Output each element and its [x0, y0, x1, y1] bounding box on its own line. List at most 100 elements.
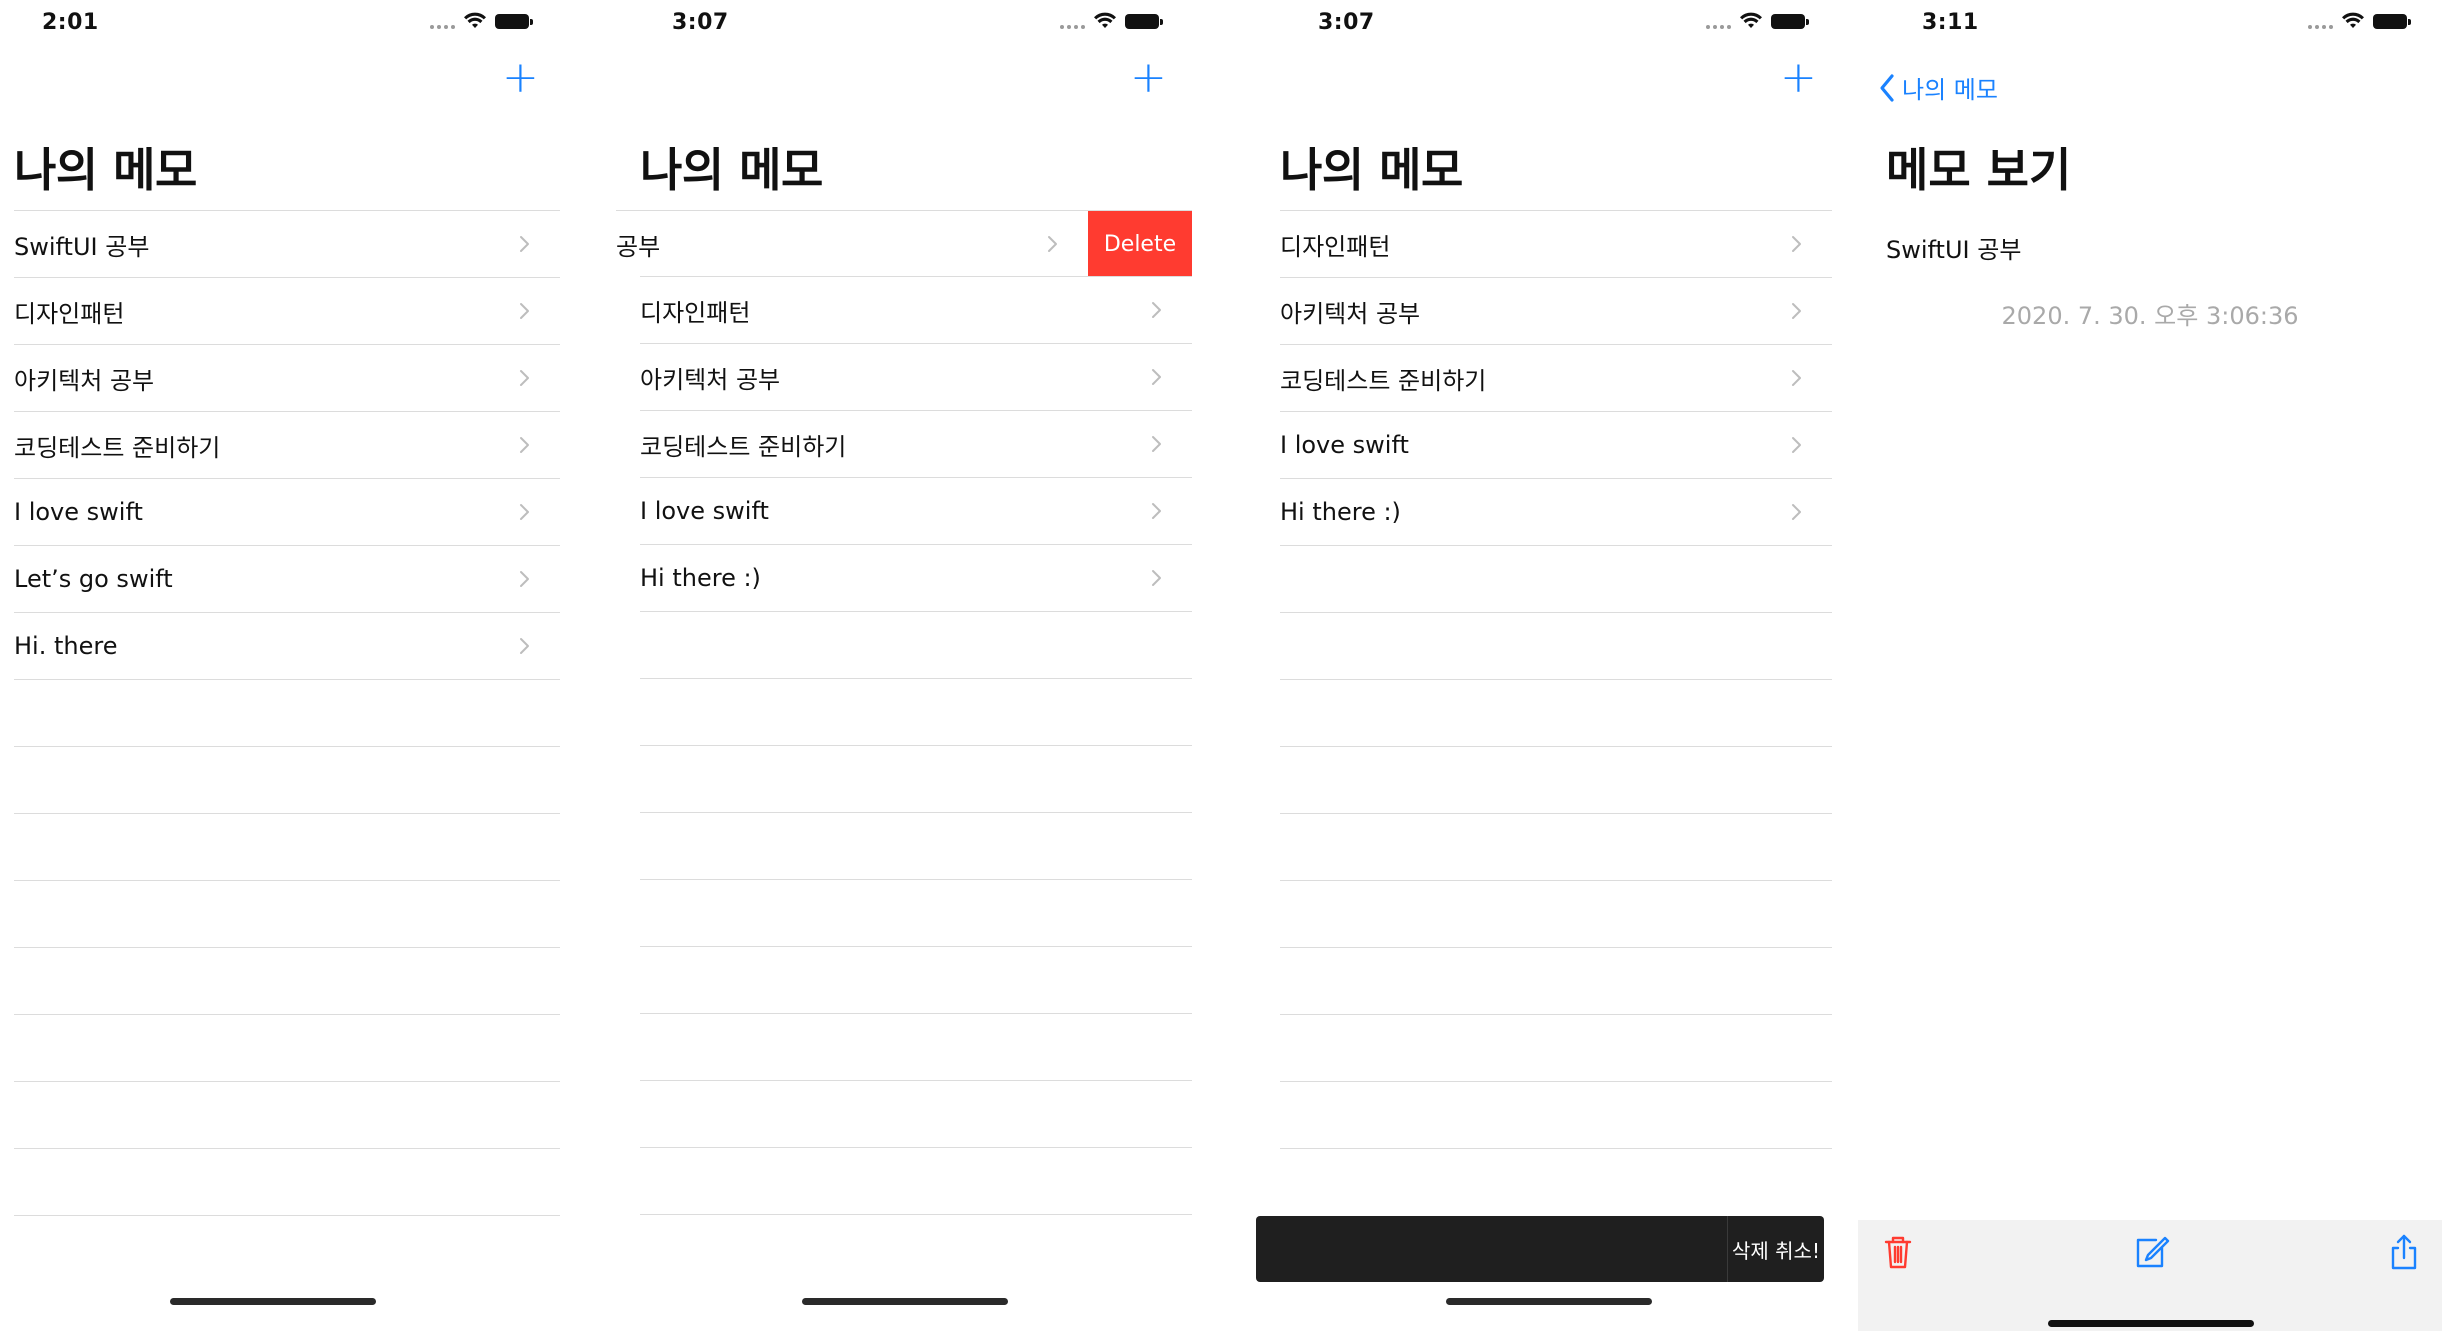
chevron-right-icon	[1786, 368, 1806, 388]
list-item-label: 아키텍처 공부	[1280, 299, 1421, 328]
battery-icon	[1125, 13, 1163, 29]
list-item[interactable]: Hi. there	[14, 612, 560, 679]
empty-row	[1280, 1081, 1832, 1148]
list-item[interactable]: SwiftUI 공부	[14, 210, 560, 277]
empty-row	[14, 679, 560, 746]
empty-row	[640, 879, 1192, 946]
list-item[interactable]: 코딩테스트 준비하기	[640, 410, 1192, 477]
screen-memo-list: 2:01 + 나의 메모 SwiftUI 공부디자인패턴아키텍처 공부코딩테스트…	[0, 0, 595, 1331]
back-label: 나의 메모	[1902, 76, 1998, 104]
wifi-icon	[463, 12, 487, 30]
empty-row	[640, 611, 1192, 678]
screen-memo-detail: 3:11 나의 메모 메모 보기 SwiftUI 공부 2020. 7. 30.…	[1858, 0, 2442, 1331]
list-item[interactable]: Hi there :)	[1280, 478, 1832, 545]
battery-icon	[495, 13, 533, 29]
undo-delete-button[interactable]: 삭제 취소!	[1727, 1216, 1824, 1282]
empty-row	[1280, 545, 1832, 612]
list-item[interactable]: 코딩테스트 준비하기	[14, 411, 560, 478]
empty-row	[640, 745, 1192, 812]
plus-icon[interactable]: +	[1130, 56, 1167, 100]
status-icons	[1706, 12, 1809, 30]
chevron-right-icon	[514, 569, 534, 589]
empty-row	[1280, 880, 1832, 947]
empty-row	[14, 880, 560, 947]
list-item[interactable]: 아키텍처 공부	[1280, 277, 1832, 344]
list-item-label: 코딩테스트 준비하기	[1280, 366, 1487, 395]
chevron-right-icon	[514, 301, 534, 321]
empty-row	[14, 1081, 560, 1148]
empty-row	[640, 678, 1192, 745]
chevron-right-icon	[1786, 435, 1806, 455]
empty-row	[14, 746, 560, 813]
share-icon[interactable]	[2384, 1232, 2424, 1272]
empty-row	[640, 812, 1192, 879]
list-item[interactable]: I love swift	[14, 478, 560, 545]
chevron-right-icon	[1786, 502, 1806, 522]
memo-list-rest: 디자인패턴아키텍처 공부코딩테스트 준비하기 I love swift Hi the…	[640, 276, 1192, 1281]
list-item[interactable]: 코딩테스트 준비하기	[1280, 344, 1832, 411]
list-item[interactable]: Let’s go swift	[14, 545, 560, 612]
plus-icon[interactable]: +	[502, 56, 539, 100]
list-item-label: 코딩테스트 준비하기	[640, 432, 847, 461]
page-title: 나의 메모	[14, 143, 197, 197]
list-item-label: 아키텍처 공부	[14, 366, 155, 395]
empty-row	[1280, 1148, 1832, 1215]
list-item[interactable]: 디자인패턴	[14, 277, 560, 344]
list-item[interactable]: 디자인패턴	[640, 276, 1192, 343]
chevron-right-icon	[1146, 300, 1166, 320]
status-icons	[430, 12, 533, 30]
memo-list: SwiftUI 공부디자인패턴아키텍처 공부코딩테스트 준비하기 I love s…	[14, 210, 560, 1282]
wifi-icon	[1739, 12, 1763, 30]
chevron-right-icon	[1042, 234, 1062, 254]
list-item-label: Let’s go swift	[14, 565, 173, 593]
empty-row	[1280, 1014, 1832, 1081]
memo-list: 디자인패턴아키텍처 공부코딩테스트 준비하기 I love swift Hi the…	[1280, 210, 1832, 1215]
list-item-label: 아키텍처 공부	[640, 365, 781, 394]
empty-row	[14, 1148, 560, 1215]
battery-icon	[1771, 13, 1809, 29]
status-icons	[2308, 12, 2411, 30]
list-item-label: 디자인패턴	[14, 299, 125, 328]
list-item[interactable]: 아키텍처 공부	[14, 344, 560, 411]
plus-icon[interactable]: +	[1780, 56, 1817, 100]
memo-list: 공부 Delete	[616, 210, 1192, 277]
list-item-swiped[interactable]: 공부 Delete	[616, 210, 1192, 277]
list-item-label: Hi there :)	[640, 564, 761, 592]
list-item[interactable]: Hi there :)	[640, 544, 1192, 611]
back-button[interactable]: 나의 메모	[1878, 70, 1998, 105]
status-time: 3:07	[672, 10, 729, 35]
list-item[interactable]: 아키텍처 공부	[640, 343, 1192, 410]
empty-row	[640, 1147, 1192, 1214]
list-item[interactable]: I love swift	[1280, 411, 1832, 478]
list-item[interactable]: I love swift	[640, 477, 1192, 544]
cellular-signal-icon	[430, 13, 455, 29]
memo-content: SwiftUI 공부	[1886, 236, 2022, 264]
empty-row	[1280, 746, 1832, 813]
chevron-right-icon	[1146, 367, 1166, 387]
list-item-label: Hi. there	[14, 632, 118, 660]
empty-row	[1280, 679, 1832, 746]
cellular-signal-icon	[1060, 13, 1085, 29]
battery-icon	[2373, 13, 2411, 29]
list-item-label: I love swift	[1280, 431, 1409, 459]
chevron-right-icon	[514, 368, 534, 388]
status-time: 2:01	[42, 10, 99, 35]
screen-memo-list-swipe: 3:07 + 나의 메모 공부 Delete 디자인패턴아키텍처 공부코딩테스트…	[610, 0, 1210, 1331]
status-icons	[1060, 12, 1163, 30]
list-item-label: I love swift	[14, 498, 143, 526]
empty-row	[1280, 813, 1832, 880]
home-indicator	[170, 1298, 376, 1305]
list-item[interactable]: 디자인패턴	[1280, 210, 1832, 277]
screen-memo-list-deleted: 3:07 + 나의 메모 디자인패턴 아키텍처 공부 코딩테스트 준비하기 I lov…	[1250, 0, 1850, 1331]
status-time: 3:11	[1922, 10, 1979, 35]
chevron-right-icon	[1146, 434, 1166, 454]
delete-button[interactable]: Delete	[1088, 211, 1192, 277]
trash-icon[interactable]	[1878, 1232, 1918, 1272]
chevron-right-icon	[514, 435, 534, 455]
compose-icon[interactable]	[2130, 1232, 2170, 1272]
empty-row	[14, 1215, 560, 1282]
chevron-right-icon	[1146, 568, 1166, 588]
empty-row	[14, 1014, 560, 1081]
page-title: 나의 메모	[640, 143, 823, 197]
chevron-right-icon	[1786, 301, 1806, 321]
